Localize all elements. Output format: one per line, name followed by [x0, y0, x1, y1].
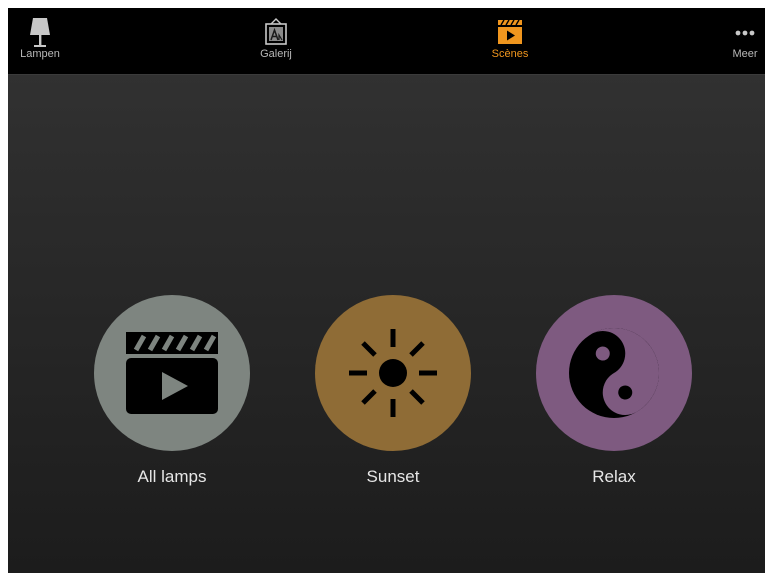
scene-circle[interactable] [315, 295, 471, 451]
tab-galerij[interactable]: Galerij [246, 8, 306, 74]
scene-label: All lamps [137, 467, 207, 486]
scene-label: Sunset [366, 467, 420, 486]
yin-yang-icon [569, 328, 659, 418]
tab-label-lampen: Lampen [20, 48, 60, 60]
clapperboard-icon [498, 19, 522, 44]
scene-all-lamps[interactable]: All lamps [94, 295, 250, 487]
picture-icon [265, 18, 287, 45]
scene-relax[interactable]: Relax [536, 295, 692, 487]
scene-label: Relax [592, 467, 636, 486]
more-dots-icon [735, 30, 755, 36]
clapperboard-icon [126, 332, 218, 414]
tab-label-meer: Meer [732, 48, 758, 60]
tab-meer[interactable]: Meer [720, 8, 765, 74]
tab-label-scenes: Scènes [491, 48, 529, 60]
tab-scenes[interactable]: Scènes [480, 8, 540, 74]
tab-label-galerij: Galerij [260, 48, 292, 60]
sun-icon [349, 329, 437, 417]
scene-sunset[interactable]: Sunset [315, 295, 471, 487]
scenes-screen: Lampen Galerij Scènes Meer All lamps Sun… [8, 8, 765, 573]
top-navigation-bar: Lampen Galerij Scènes Meer [8, 8, 765, 75]
tab-lampen[interactable]: Lampen [10, 8, 70, 74]
scene-circle[interactable] [536, 295, 692, 451]
lamp-icon [30, 18, 50, 47]
scene-circle[interactable] [94, 295, 250, 451]
